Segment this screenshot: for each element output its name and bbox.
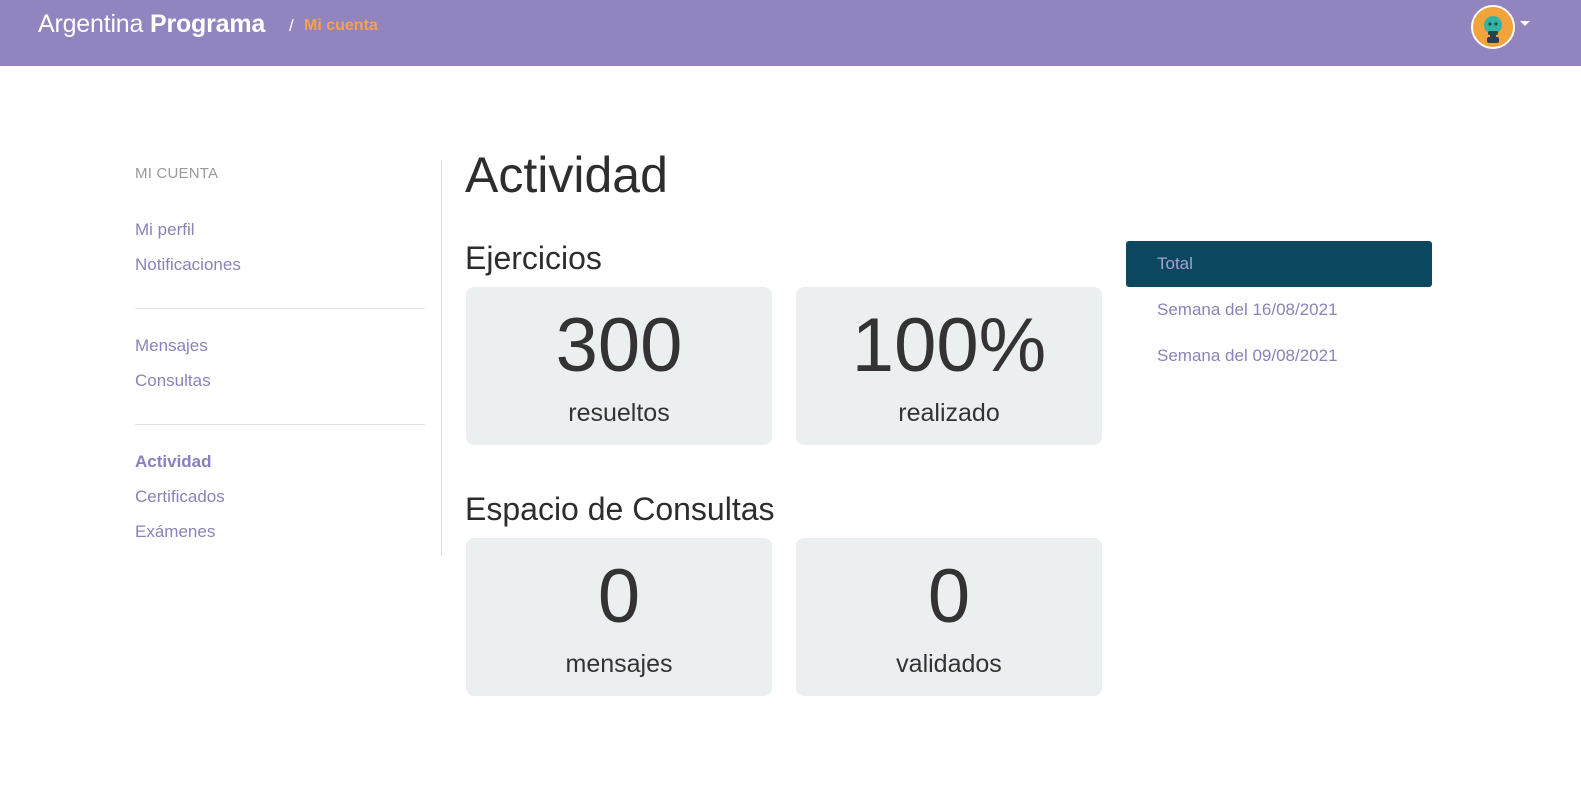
section-title-espacio-de-consultas: Espacio de Consultas — [465, 491, 775, 527]
stat-label: mensajes — [565, 650, 673, 678]
stat-value: 300 — [555, 303, 683, 388]
sidebar-divider — [135, 424, 425, 425]
sidebar-item-mensajes[interactable]: Mensajes — [135, 336, 208, 356]
stat-label: validados — [896, 650, 1002, 678]
brand-logo[interactable]: Argentina Programa — [38, 10, 265, 39]
brand-text-bold: Programa — [149, 10, 266, 38]
period-item-total[interactable]: Total — [1126, 241, 1432, 287]
user-menu-caret-icon[interactable] — [1520, 21, 1530, 26]
stat-label: realizado — [898, 399, 1000, 427]
stat-card-validados: 0 validados — [796, 538, 1102, 696]
page-title: Actividad — [465, 147, 668, 203]
sidebar-heading: MI CUENTA — [135, 165, 219, 182]
breadcrumb-current[interactable]: Mi cuenta — [304, 17, 378, 35]
stat-value: 0 — [597, 554, 641, 639]
period-item-semana-16-08-2021[interactable]: Semana del 16/08/2021 — [1126, 287, 1432, 333]
user-avatar[interactable] — [1471, 5, 1515, 49]
sidebar-item-consultas[interactable]: Consultas — [135, 371, 211, 391]
stat-card-realizado: 100% realizado — [796, 287, 1102, 445]
breadcrumb-separator: / — [289, 16, 294, 35]
stat-card-mensajes: 0 mensajes — [466, 538, 772, 696]
sidebar-item-actividad[interactable]: Actividad — [135, 452, 212, 472]
sidebar-item-examenes[interactable]: Exámenes — [135, 522, 215, 542]
sidebar-item-notificaciones[interactable]: Notificaciones — [135, 255, 241, 275]
robot-avatar-icon — [1473, 7, 1513, 47]
sidebar-divider — [135, 308, 425, 309]
sidebar-item-certificados[interactable]: Certificados — [135, 487, 225, 507]
brand-text-light: Argentina — [38, 10, 144, 38]
stat-label: resueltos — [568, 399, 670, 427]
period-item-semana-09-08-2021[interactable]: Semana del 09/08/2021 — [1126, 333, 1432, 379]
sidebar-item-mi-perfil[interactable]: Mi perfil — [135, 220, 195, 240]
section-title-ejercicios: Ejercicios — [465, 240, 602, 276]
stat-value: 100% — [851, 303, 1047, 388]
stat-card-resueltos: 300 resueltos — [466, 287, 772, 445]
stat-value: 0 — [927, 554, 971, 639]
account-sidebar: MI CUENTA Mi perfil Notificaciones Mensa… — [135, 160, 442, 556]
top-navbar: Argentina Programa / Mi cuenta — [0, 0, 1581, 66]
